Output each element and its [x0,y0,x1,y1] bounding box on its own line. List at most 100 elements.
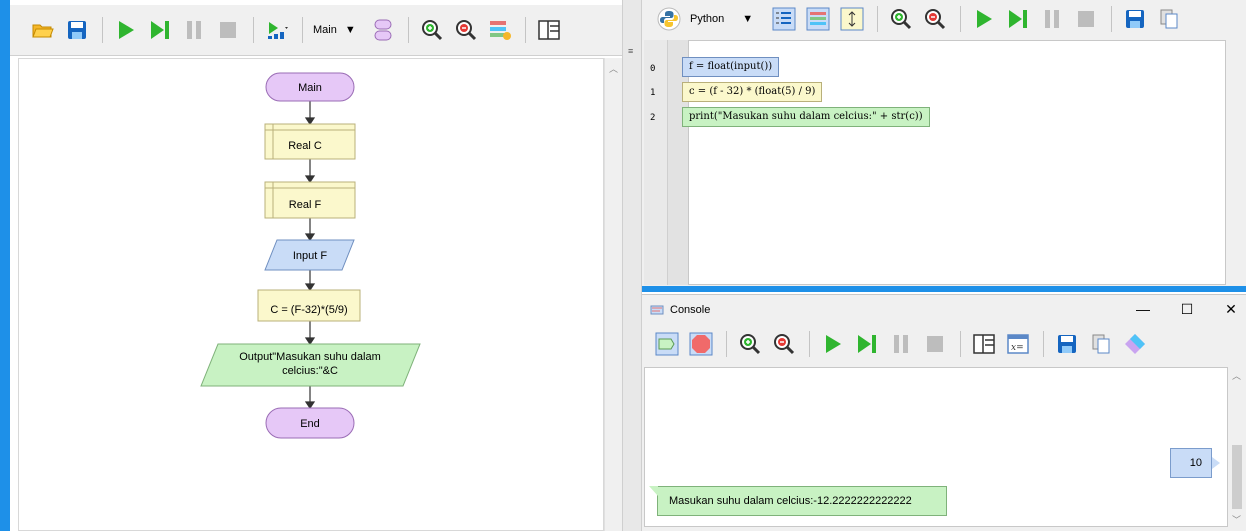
pause-icon[interactable] [181,17,207,43]
function-select[interactable]: Main ▼ [313,24,356,36]
scroll-up-icon[interactable]: ︿ [1232,369,1241,382]
scroll-up-icon[interactable]: ︿ [609,62,618,75]
console-zoom-in-icon[interactable] [737,331,763,357]
code-line[interactable]: print("Masukan suhu dalam celcius:" + st… [682,107,930,127]
flowchart-pane: Main ▼ Main Real C Real F Input F C = (F… [0,0,622,531]
toolbar-separator [524,17,526,43]
end-label: End [300,418,320,430]
console-output-text: Masukan suhu dalam celcius:-12.222222222… [669,495,912,507]
toolbar-separator [302,17,303,43]
console-window: Console — ☐ ✕ x= 10 Masukan suhu dalam c… [642,294,1246,531]
code-zoom-out-icon[interactable] [922,6,948,32]
line-number: 0 [650,64,656,74]
code-step-icon[interactable] [1005,6,1031,32]
console-run-icon[interactable] [820,331,846,357]
left-edge-bar [0,0,10,531]
console-output-area[interactable]: 10 Masukan suhu dalam celcius:-12.222222… [644,367,1228,527]
toolbar-separator [1043,331,1044,357]
console-scroll-thumb[interactable] [1232,445,1242,509]
scroll-down-icon[interactable]: ﹀ [1232,513,1241,526]
toolbar-separator [102,17,103,43]
run-icon[interactable] [113,17,139,43]
console-clear-eraser-icon[interactable] [1122,331,1148,357]
chevron-down-icon[interactable]: ▼ [742,13,753,25]
zoom-out-icon[interactable] [453,17,479,43]
console-vertical-scrollbar[interactable]: ︿ ﹀ [1228,367,1246,527]
console-copy-icon[interactable] [1088,331,1114,357]
minimize-button[interactable]: — [1134,301,1152,317]
code-stop-icon[interactable] [1073,6,1099,32]
console-step-icon[interactable] [854,331,880,357]
open-folder-icon[interactable] [30,17,56,43]
flowchart-vertical-scrollbar[interactable]: ︿ [604,58,622,531]
splitter-grip-icon: ≡ [628,46,634,56]
code-zoom-in-icon[interactable] [888,6,914,32]
add-function-icon[interactable] [370,17,396,43]
app-root: Main ▼ Main Real C Real F Input F C = (F… [0,0,1246,531]
console-input-toggle-icon[interactable] [654,331,680,357]
bubble-pointer [1212,457,1220,469]
variables-settings-icon[interactable] [487,17,513,43]
output-label-line1: Output"Masukan suhu dalam [239,351,381,363]
declare-f-label: Real F [288,199,322,211]
code-line[interactable]: c = (f - 32) * (float(5) / 9) [682,82,823,102]
line-number: 2 [650,113,656,123]
input-label: Input F [292,250,328,262]
python-logo-icon[interactable] [656,6,682,32]
console-titlebar[interactable]: Console [642,295,1246,325]
code-view-expand-icon[interactable] [839,6,865,32]
declare-c-label: Real C [288,140,322,152]
console-zoom-out-icon[interactable] [771,331,797,357]
assign-label: C = (F-32)*(5/9) [270,304,348,316]
toolbar-separator [726,331,727,357]
code-run-icon[interactable] [971,6,997,32]
code-view-numbered-icon[interactable] [771,6,797,32]
code-pane: Python ▼ 0 1 2 f = float(input()) c = (f… [642,0,1246,292]
line-number: 1 [650,88,656,98]
code-copy-icon[interactable] [1156,6,1182,32]
code-editor[interactable]: f = float(input()) c = (f - 32) * (float… [682,40,1226,285]
console-output-bubble: Masukan suhu dalam celcius:-12.222222222… [649,486,947,516]
save-icon[interactable] [64,17,90,43]
language-select-value[interactable]: Python [690,13,724,25]
run-speed-icon[interactable] [264,17,290,43]
code-vertical-scrollbar[interactable] [1226,40,1244,285]
variable-watch-icon[interactable]: x= [1005,331,1031,357]
code-save-icon[interactable] [1122,6,1148,32]
console-save-icon[interactable] [1054,331,1080,357]
line-number-gutter: 0 1 2 [644,40,668,285]
output-label-line2: celcius:"&C [282,365,338,377]
pane-splitter[interactable]: ≡ [622,0,642,531]
flowchart-toolbar: Main ▼ [10,5,622,56]
console-stop-icon[interactable] [922,331,948,357]
toolbar-separator [253,17,254,43]
console-layout-icon[interactable] [971,331,997,357]
code-pause-icon[interactable] [1039,6,1065,32]
console-input-bubble: 10 [1170,448,1220,478]
code-toolbar: Python ▼ [642,0,1246,38]
toolbar-separator [407,17,409,43]
start-label: Main [298,82,322,94]
toolbar-separator [960,331,961,357]
maximize-button[interactable]: ☐ [1178,301,1196,318]
code-line[interactable]: f = float(input()) [682,57,780,77]
close-button[interactable]: ✕ [1222,301,1240,318]
zoom-in-icon[interactable] [419,17,445,43]
console-app-icon [650,303,664,317]
console-stop-record-icon[interactable] [688,331,714,357]
console-toolbar: x= [642,327,1246,361]
console-pause-icon[interactable] [888,331,914,357]
chevron-down-icon: ▼ [344,24,356,36]
split-layout-icon[interactable] [536,17,562,43]
svg-text:x=: x= [1011,343,1024,353]
toolbar-separator [960,6,962,32]
step-icon[interactable] [147,17,173,43]
code-view-blocks-icon[interactable] [805,6,831,32]
toolbar-separator [809,331,810,357]
console-title: Console [670,304,711,316]
function-select-value: Main [313,24,337,36]
code-bottom-divider [642,286,1246,292]
stop-icon[interactable] [215,17,241,43]
console-input-value: 10 [1189,457,1202,469]
toolbar-separator [1111,6,1113,32]
